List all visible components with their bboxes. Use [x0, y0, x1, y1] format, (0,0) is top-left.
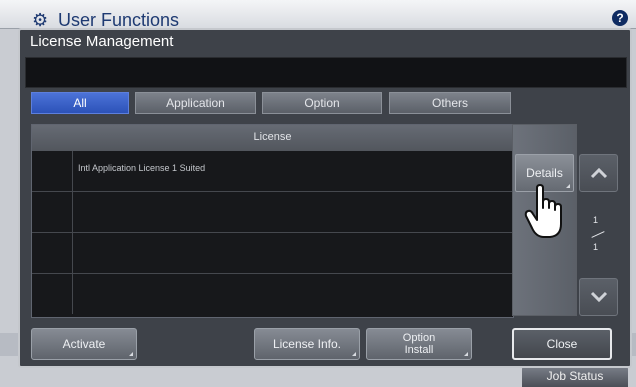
activate-button[interactable]: Activate: [31, 328, 137, 360]
scroll-down-button[interactable]: [579, 278, 618, 316]
job-status-button[interactable]: Job Status: [522, 366, 628, 387]
tab-option[interactable]: Option: [262, 92, 382, 114]
close-button[interactable]: Close: [512, 328, 612, 360]
scroll-up-button[interactable]: [579, 154, 618, 192]
license-info-button[interactable]: License Info.: [254, 328, 360, 360]
submenu-indicator: [129, 352, 133, 356]
submenu-indicator: [464, 352, 468, 356]
submenu-indicator: [566, 184, 570, 188]
details-label: Details: [526, 166, 563, 180]
hand-cursor-icon: [524, 184, 562, 238]
table-row[interactable]: Intl Application License 1 Suited: [32, 151, 513, 192]
help-icon[interactable]: ?: [612, 10, 628, 26]
message-bar: [25, 57, 627, 88]
license-name: Intl Application License 1 Suited: [78, 163, 206, 173]
row-number-cell: [32, 151, 73, 191]
row-number-cell: [32, 274, 73, 314]
dialog-title: License Management: [30, 33, 174, 50]
option-install-label-line1: Option: [402, 332, 436, 344]
scroll-down-icon: [590, 291, 608, 303]
tab-all[interactable]: All: [31, 92, 129, 114]
page-current: 1: [593, 215, 599, 225]
submenu-indicator: [352, 352, 356, 356]
page-divider: [591, 231, 605, 238]
table-row: [32, 233, 513, 274]
table-row: [32, 274, 513, 315]
license-table: License Intl Application License 1 Suite…: [31, 124, 514, 318]
table-row: [32, 192, 513, 233]
page-total: 1: [593, 242, 599, 252]
license-management-dialog: License Management All Application Optio…: [18, 28, 632, 368]
option-install-label-line2: Install: [404, 344, 434, 356]
scroll-up-icon: [590, 167, 608, 179]
license-column-header: License: [32, 125, 513, 151]
option-install-button[interactable]: Option Install: [366, 328, 472, 360]
row-number-cell: [32, 233, 73, 273]
license-info-label: License Info.: [272, 337, 342, 351]
tab-application[interactable]: Application: [135, 92, 256, 114]
row-number-cell: [32, 192, 73, 232]
tab-others[interactable]: Others: [389, 92, 511, 114]
activate-label: Activate: [62, 337, 106, 351]
